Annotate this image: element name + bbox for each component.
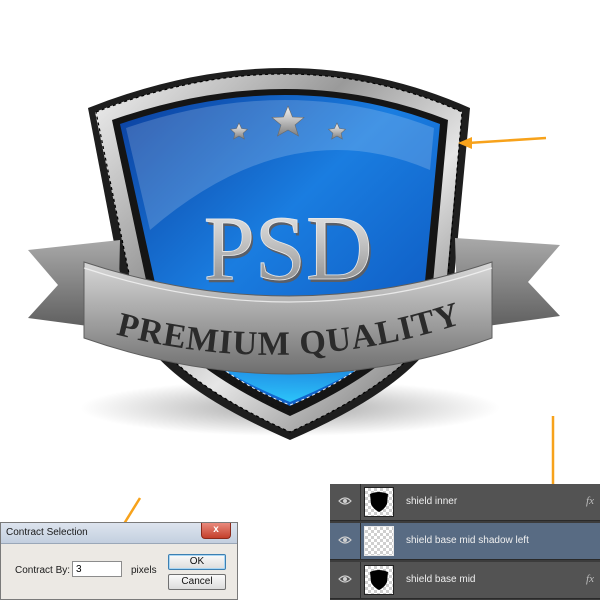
layer-row[interactable]: shield inner fx xyxy=(330,484,600,521)
layer-name: shield base mid shadow left xyxy=(406,535,529,546)
contract-by-input[interactable] xyxy=(72,561,122,577)
layer-thumbnail xyxy=(364,565,394,595)
shield-thumbnail-icon xyxy=(370,492,388,512)
psd-text-face: PSD xyxy=(204,197,373,299)
dialog-title: Contract Selection xyxy=(6,527,88,538)
eye-icon[interactable] xyxy=(338,535,352,545)
pixels-label: pixels xyxy=(131,565,157,576)
layers-panel: shield inner fx shield base mid shadow l… xyxy=(330,484,600,600)
contract-by-label: Contract By: xyxy=(15,565,71,576)
close-button[interactable]: x xyxy=(201,523,231,539)
layer-name: shield inner xyxy=(406,496,458,507)
layer-thumbnail xyxy=(364,526,394,556)
fx-icon[interactable]: fx xyxy=(586,495,594,507)
cancel-button[interactable]: Cancel xyxy=(168,574,226,590)
fx-icon[interactable]: fx xyxy=(586,573,594,585)
layer-thumbnail xyxy=(364,487,394,517)
shield-thumbnail-icon xyxy=(370,570,388,590)
eye-icon[interactable] xyxy=(338,496,352,506)
layer-row-selected[interactable]: shield base mid shadow left xyxy=(330,523,600,560)
eye-icon[interactable] xyxy=(338,574,352,584)
arrow-icon xyxy=(458,136,547,149)
contract-selection-dialog: Contract Selection x Contract By: pixels… xyxy=(0,522,238,600)
layer-row[interactable]: shield base mid fx xyxy=(330,562,600,599)
ok-button[interactable]: OK xyxy=(168,554,226,570)
layer-name: shield base mid xyxy=(406,574,476,585)
dialog-titlebar[interactable]: Contract Selection x xyxy=(1,523,237,544)
